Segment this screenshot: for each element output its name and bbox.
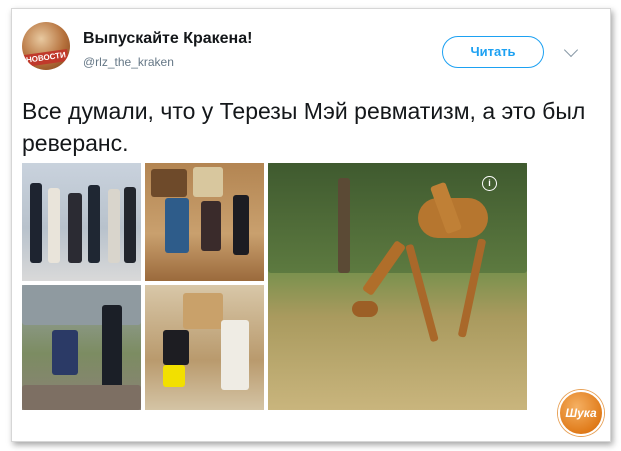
tweet-text: Все думали, что у Терезы Мэй ревматизм, … (22, 98, 586, 156)
media-collage[interactable] (22, 163, 527, 410)
photo-curtsey-outdoor[interactable] (22, 285, 141, 410)
info-icon[interactable]: i (482, 176, 497, 191)
watermark-badge: Шука (558, 390, 604, 436)
photo-curtsey-to-queen[interactable] (145, 285, 264, 410)
author-handle[interactable]: @rlz_the_kraken (83, 55, 174, 69)
photo-royal-greeting-group[interactable] (22, 163, 141, 281)
follow-button[interactable]: Читать (442, 36, 544, 68)
photo-curtsey-in-room[interactable] (145, 163, 264, 281)
photo-giraffe-drinking[interactable] (268, 163, 527, 410)
avatar[interactable]: НОВОСТИ (22, 22, 70, 70)
author-name[interactable]: Выпускайте Кракена! (83, 30, 252, 48)
